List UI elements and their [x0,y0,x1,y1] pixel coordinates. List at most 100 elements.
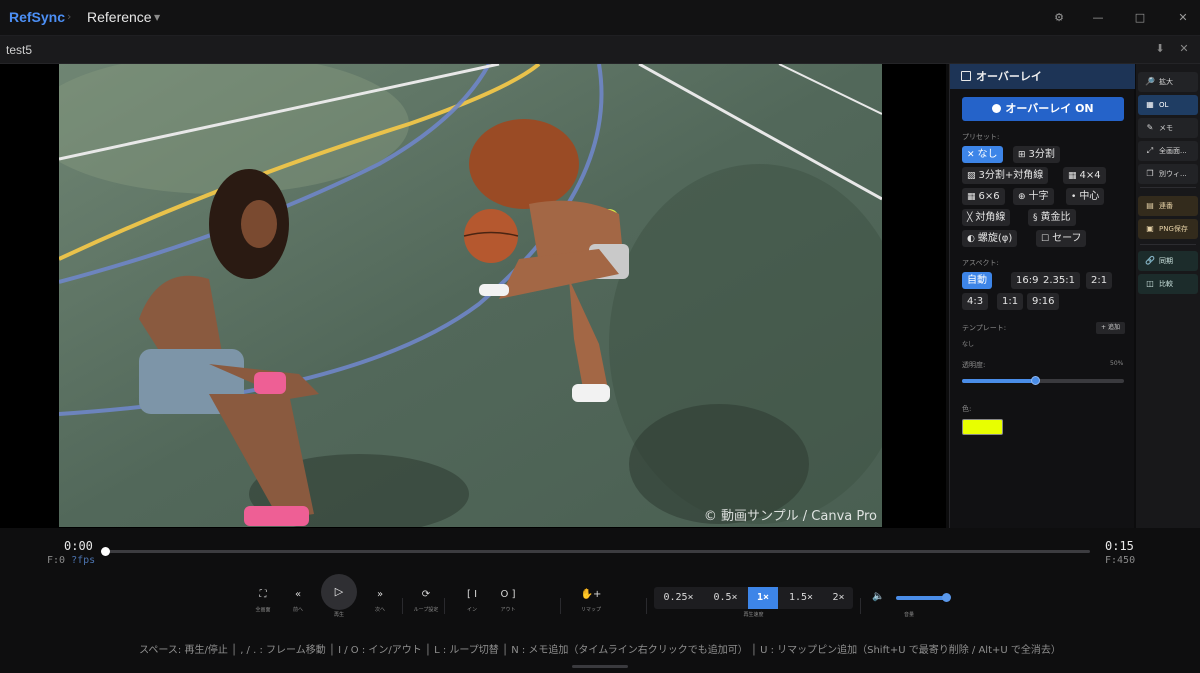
fullscreen-label: 全画面 [255,607,271,613]
play-button[interactable]: ▷ [321,574,357,610]
preset-icon: ▦ [967,192,976,202]
rail-button-label: 別ウィ... [1159,170,1187,178]
preset-chip[interactable]: ▨ 3分割+対角線 [962,167,1049,184]
preset-chip[interactable]: ⊕ 十字 [1013,188,1054,205]
overlay-panel-title: オーバーレイ [976,70,1042,83]
preset-chip[interactable]: ▦ 6×6 [962,188,1005,205]
video-viewport[interactable]: © 動画サンプル / Canva Pro [0,64,946,528]
preset-label: セーフ [1052,233,1082,244]
opacity-slider-fill [962,379,1035,383]
out-button[interactable]: O ] アウト [488,587,528,613]
aspect-chip[interactable]: 2.35:1 [1038,272,1080,289]
maximize-button[interactable]: □ [1131,9,1149,27]
opacity-value: 50% [1110,360,1124,367]
in-label: イン [466,607,477,613]
divider [860,598,861,614]
preset-label: 4×4 [1079,170,1101,181]
aspect-chip[interactable]: 自動 [962,272,992,289]
rail-button-label: 全画面... [1159,147,1187,155]
preset-chip[interactable]: ╳ 対角線 [962,209,1011,226]
speed-option[interactable]: 1.5× [778,587,824,609]
tab-name[interactable]: test5 [6,43,32,57]
rail-button-fullscreen[interactable]: ⤢ 全画面... [1138,141,1198,161]
preset-chip[interactable]: ⊞ 3分割 [1013,146,1060,163]
preset-icon: ⊕ [1018,192,1026,202]
toggle-dot-icon [992,104,1002,113]
rail-button-grid[interactable]: ▦ OL [1138,95,1198,115]
rail-button-label: 拡大 [1159,78,1173,86]
video-frame[interactable]: © 動画サンプル / Canva Pro [59,64,882,527]
rail-button-frames[interactable]: ▤ 連番 [1138,196,1198,216]
aspect-chip[interactable]: 9:16 [1027,293,1060,310]
breadcrumb[interactable]: Reference [87,9,152,25]
aspect-chip[interactable]: 4:3 [962,293,989,310]
overlay-toggle-label: オーバーレイ ON [1005,102,1094,115]
rail-button-compare[interactable]: ◫ 比較 [1138,274,1198,294]
preset-chip[interactable]: § 黄金比 [1028,209,1076,226]
fullscreen-icon: ⤢ [1146,146,1154,155]
rail-button-label: 連番 [1159,202,1173,210]
current-frame: F:0 [47,555,66,566]
color-swatch[interactable] [962,419,1003,435]
gear-icon[interactable]: ⚙ [1050,9,1068,27]
close-icon[interactable]: ✕ [1177,42,1191,56]
fullscreen-button[interactable]: ⛶ 全画面 [243,587,283,613]
speaker-icon[interactable]: 🔈 [872,591,884,602]
chevron-down-icon[interactable]: ▼ [154,13,160,22]
preset-icon: § [1033,213,1038,223]
preset-icon: ◐ [967,234,975,244]
overlay-panel: オーバーレイ オーバーレイ ON プリセット: ✕ なし ⊞ 3分割 ▨ 3分割+対角線 ▦… [949,64,1135,528]
volume-slider[interactable] [896,596,948,600]
in-icon: [ I [466,589,478,600]
rail-button-link[interactable]: 🔗 同期 [1138,251,1198,271]
volume-knob[interactable] [942,593,951,602]
preset-icon: ▨ [967,171,976,181]
speed-option[interactable]: 1× [748,587,778,609]
rail-button-camera[interactable]: ▣ PNG保存 [1138,219,1198,239]
opacity-slider-knob[interactable] [1030,376,1040,385]
remap-icon: ✋+ [580,589,602,600]
in-button[interactable]: [ I イン [452,587,492,613]
aspect-chip[interactable]: 2:1 [1086,272,1113,289]
close-button[interactable]: ✕ [1174,9,1192,27]
preset-chip[interactable]: ▦ 4×4 [1063,167,1106,184]
rail-button-zoom[interactable]: 🔎 拡大 [1138,72,1198,92]
speed-option[interactable]: 2× [824,587,853,609]
rail-button-label: 比較 [1159,280,1173,288]
minimize-button[interactable]: — [1089,9,1107,27]
preset-chip[interactable]: ◐ 螺旋(φ) [962,230,1018,247]
next-button[interactable]: » 次へ [360,587,400,613]
overlay-toggle-button[interactable]: オーバーレイ ON [962,97,1124,121]
preset-label: プリセット: [962,133,1000,141]
pin-icon[interactable]: ⬇ [1153,42,1167,56]
speed-option[interactable]: 0.5× [703,587,748,609]
divider [444,598,445,614]
opacity-label: 透明度: [962,361,986,369]
aspect-chip[interactable]: 1:1 [997,293,1024,310]
overlay-panel-header: オーバーレイ [950,64,1135,89]
preset-chip[interactable]: ☐ セーフ [1036,230,1087,247]
preset-icon: ▦ [1068,171,1077,181]
panel-checkbox-icon [961,71,971,81]
prev-label: 前へ [292,607,303,613]
opacity-slider[interactable] [962,376,1124,385]
rail-button-window[interactable]: ❐ 別ウィ... [1138,164,1198,184]
preset-chip[interactable]: ✕ なし [962,146,1003,163]
play-icon: ▷ [334,585,344,598]
remap-button[interactable]: ✋+ リマップ [571,587,611,613]
preset-chip[interactable]: • 中心 [1066,188,1105,205]
chevron-right-icon: › [67,10,72,23]
prev-button[interactable]: « 前へ [278,587,318,613]
resize-grip[interactable] [572,665,628,668]
timeline-track[interactable] [104,550,1090,553]
speed-option[interactable]: 0.25× [654,587,703,609]
rail-button-memo[interactable]: ✎ メモ [1138,118,1198,138]
total-frames: F:450 [1105,555,1136,566]
loop-button[interactable]: ⟳ ループ設定 [406,587,446,613]
preset-icon: ✕ [967,150,975,160]
timeline-playhead[interactable] [101,547,110,556]
duration: 0:15 [1105,539,1134,553]
template-add-button[interactable]: + 追加 [1096,322,1125,334]
fps-readout: ?fps [71,555,96,566]
title-bar: RefSync › Reference ▼ ⚙ — □ ✕ [0,0,1200,36]
